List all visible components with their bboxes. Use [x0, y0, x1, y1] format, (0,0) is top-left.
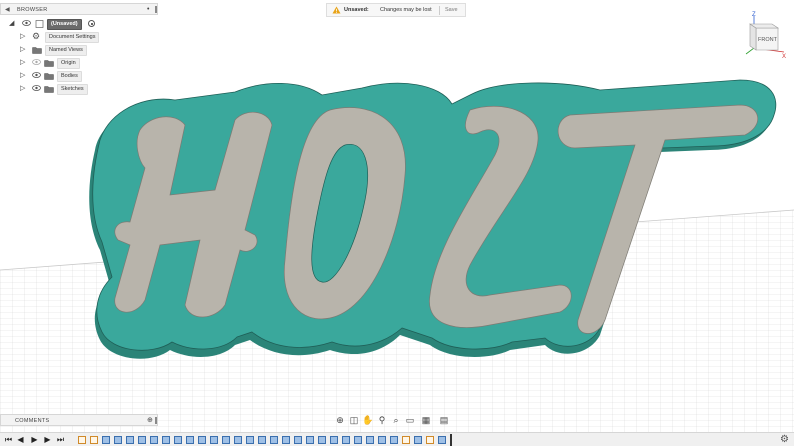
timeline-sketch-icon[interactable] — [426, 436, 434, 444]
expand-right-icon[interactable]: ▷ — [20, 85, 25, 93]
collapse-icon[interactable]: ◀ — [5, 6, 10, 13]
zoom-window-icon[interactable]: ⌕ — [390, 414, 402, 426]
navigation-toolbar: ⊕ ◫ ✋ ⚲ ⌕ ▭ ▦ ▤ — [334, 413, 460, 427]
timeline-feature-icon[interactable] — [294, 436, 302, 444]
tree-item-document[interactable]: ◢ (Unsaved) — [0, 18, 158, 30]
expand-right-icon[interactable]: ▷ — [20, 59, 25, 67]
unsaved-status: Unsaved: — [344, 7, 369, 13]
timeline-feature-icon[interactable] — [198, 436, 206, 444]
timeline-feature-icon[interactable] — [174, 436, 182, 444]
timeline-feature-icon[interactable] — [138, 436, 146, 444]
viewcube-face-label: FRONT — [758, 37, 778, 43]
tree-item-label: Origin — [57, 58, 80, 69]
timeline-sketch-icon[interactable] — [90, 436, 98, 444]
timeline-feature-icon[interactable] — [318, 436, 326, 444]
timeline-marker[interactable] — [450, 434, 452, 446]
pin-icon[interactable]: ⊕ — [147, 416, 153, 424]
timeline-feature-icon[interactable] — [438, 436, 446, 444]
tree-item-document-settings[interactable]: ▷ ⚙ Document Settings — [0, 31, 158, 43]
timeline-feature-icon[interactable] — [258, 436, 266, 444]
timeline-feature-icon[interactable] — [270, 436, 278, 444]
step-forward-icon[interactable]: ▶ — [43, 435, 52, 445]
eye-icon[interactable] — [32, 85, 41, 91]
warning-icon — [332, 6, 341, 14]
timeline-feature-icon[interactable] — [210, 436, 218, 444]
tree-item-label: Named Views — [45, 45, 87, 56]
go-to-end-icon[interactable]: ⏭ — [56, 435, 65, 445]
timeline-feature-icon[interactable] — [102, 436, 110, 444]
comments-title: COMMENTS — [15, 418, 50, 424]
expand-right-icon[interactable]: ▷ — [20, 46, 25, 54]
eye-hidden-icon[interactable] — [32, 59, 41, 65]
timeline-feature-icon[interactable] — [342, 436, 350, 444]
folder-icon — [44, 73, 54, 80]
timeline-feature-icon[interactable] — [414, 436, 422, 444]
timeline-feature-icon[interactable] — [150, 436, 158, 444]
document-name[interactable]: (Unsaved) — [47, 19, 82, 30]
tree-item-named-views[interactable]: ▷ Named Views — [0, 44, 158, 56]
go-to-start-icon[interactable]: ⏮ — [4, 435, 13, 445]
tree-item-sketches[interactable]: ▷ Sketches — [0, 83, 158, 95]
timeline-feature-icon[interactable] — [282, 436, 290, 444]
eye-icon[interactable] — [22, 20, 31, 26]
orbit-icon[interactable]: ⊕ — [334, 414, 346, 426]
tree-item-bodies[interactable]: ▷ Bodies — [0, 70, 158, 82]
timeline-feature-icon[interactable] — [222, 436, 230, 444]
timeline-feature-icon[interactable] — [306, 436, 314, 444]
expand-down-icon[interactable]: ◢ — [9, 20, 14, 28]
tree-item-origin[interactable]: ▷ Origin — [0, 57, 158, 69]
viewcube[interactable]: Z X FRONT — [738, 8, 788, 58]
activate-radio[interactable] — [88, 20, 95, 27]
browser-title: BROWSER — [17, 7, 48, 13]
browser-header[interactable]: ◀ BROWSER • — [0, 3, 158, 15]
look-at-icon[interactable]: ◫ — [348, 414, 360, 426]
timeline-sketch-icon[interactable] — [402, 436, 410, 444]
timeline-feature-icon[interactable] — [186, 436, 194, 444]
panel-grip-icon[interactable] — [155, 417, 157, 424]
folder-icon — [44, 60, 54, 67]
gear-icon[interactable]: ⚙ — [780, 434, 789, 445]
timeline-feature-icon[interactable] — [246, 436, 254, 444]
browser-panel: ◀ BROWSER • ◢ (Unsaved) ▷ ⚙ Document Set… — [0, 3, 158, 98]
unsaved-notice: Unsaved: Changes may be lost Save — [326, 3, 466, 17]
viewports-icon[interactable]: ▤ — [438, 414, 450, 426]
timeline: ⏮ ◀ ▶ ▶ ⏭ ⚙ — [0, 432, 794, 446]
zoom-icon[interactable]: ⚲ — [376, 414, 388, 426]
tree-item-label: Document Settings — [45, 32, 100, 43]
panel-grip-icon[interactable] — [155, 6, 157, 13]
pan-hand-icon[interactable]: ✋ — [362, 414, 374, 426]
timeline-feature-icon[interactable] — [114, 436, 122, 444]
tree-item-label: Bodies — [57, 71, 82, 82]
timeline-feature-icon[interactable] — [126, 436, 134, 444]
folder-icon — [44, 86, 54, 93]
grid-settings-icon[interactable]: ▦ — [420, 414, 432, 426]
unsaved-message: Changes may be lost — [380, 7, 432, 13]
document-icon — [35, 20, 44, 28]
expand-right-icon[interactable]: ▷ — [20, 72, 25, 80]
eye-icon[interactable] — [32, 72, 41, 78]
folder-icon — [32, 47, 42, 54]
step-back-icon[interactable]: ◀ — [16, 435, 25, 445]
timeline-feature-icon[interactable] — [234, 436, 242, 444]
timeline-feature-icon[interactable] — [390, 436, 398, 444]
pin-icon[interactable]: • — [147, 6, 149, 13]
play-icon[interactable]: ▶ — [30, 435, 39, 445]
timeline-feature-icon[interactable] — [330, 436, 338, 444]
timeline-feature-icon[interactable] — [366, 436, 374, 444]
timeline-feature-icon[interactable] — [162, 436, 170, 444]
axis-x-label: X — [782, 54, 786, 58]
expand-right-icon[interactable]: ▷ — [20, 33, 25, 41]
timeline-feature-icon[interactable] — [378, 436, 386, 444]
timeline-sketch-icon[interactable] — [78, 436, 86, 444]
save-button[interactable]: Save — [445, 7, 458, 13]
comments-panel[interactable]: COMMENTS ⊕ — [0, 414, 158, 426]
gear-icon: ⚙ — [32, 31, 41, 41]
tree-item-label: Sketches — [57, 84, 88, 95]
timeline-feature-icon[interactable] — [354, 436, 362, 444]
display-settings-icon[interactable]: ▭ — [404, 414, 416, 426]
axis-z-label: Z — [752, 12, 756, 18]
